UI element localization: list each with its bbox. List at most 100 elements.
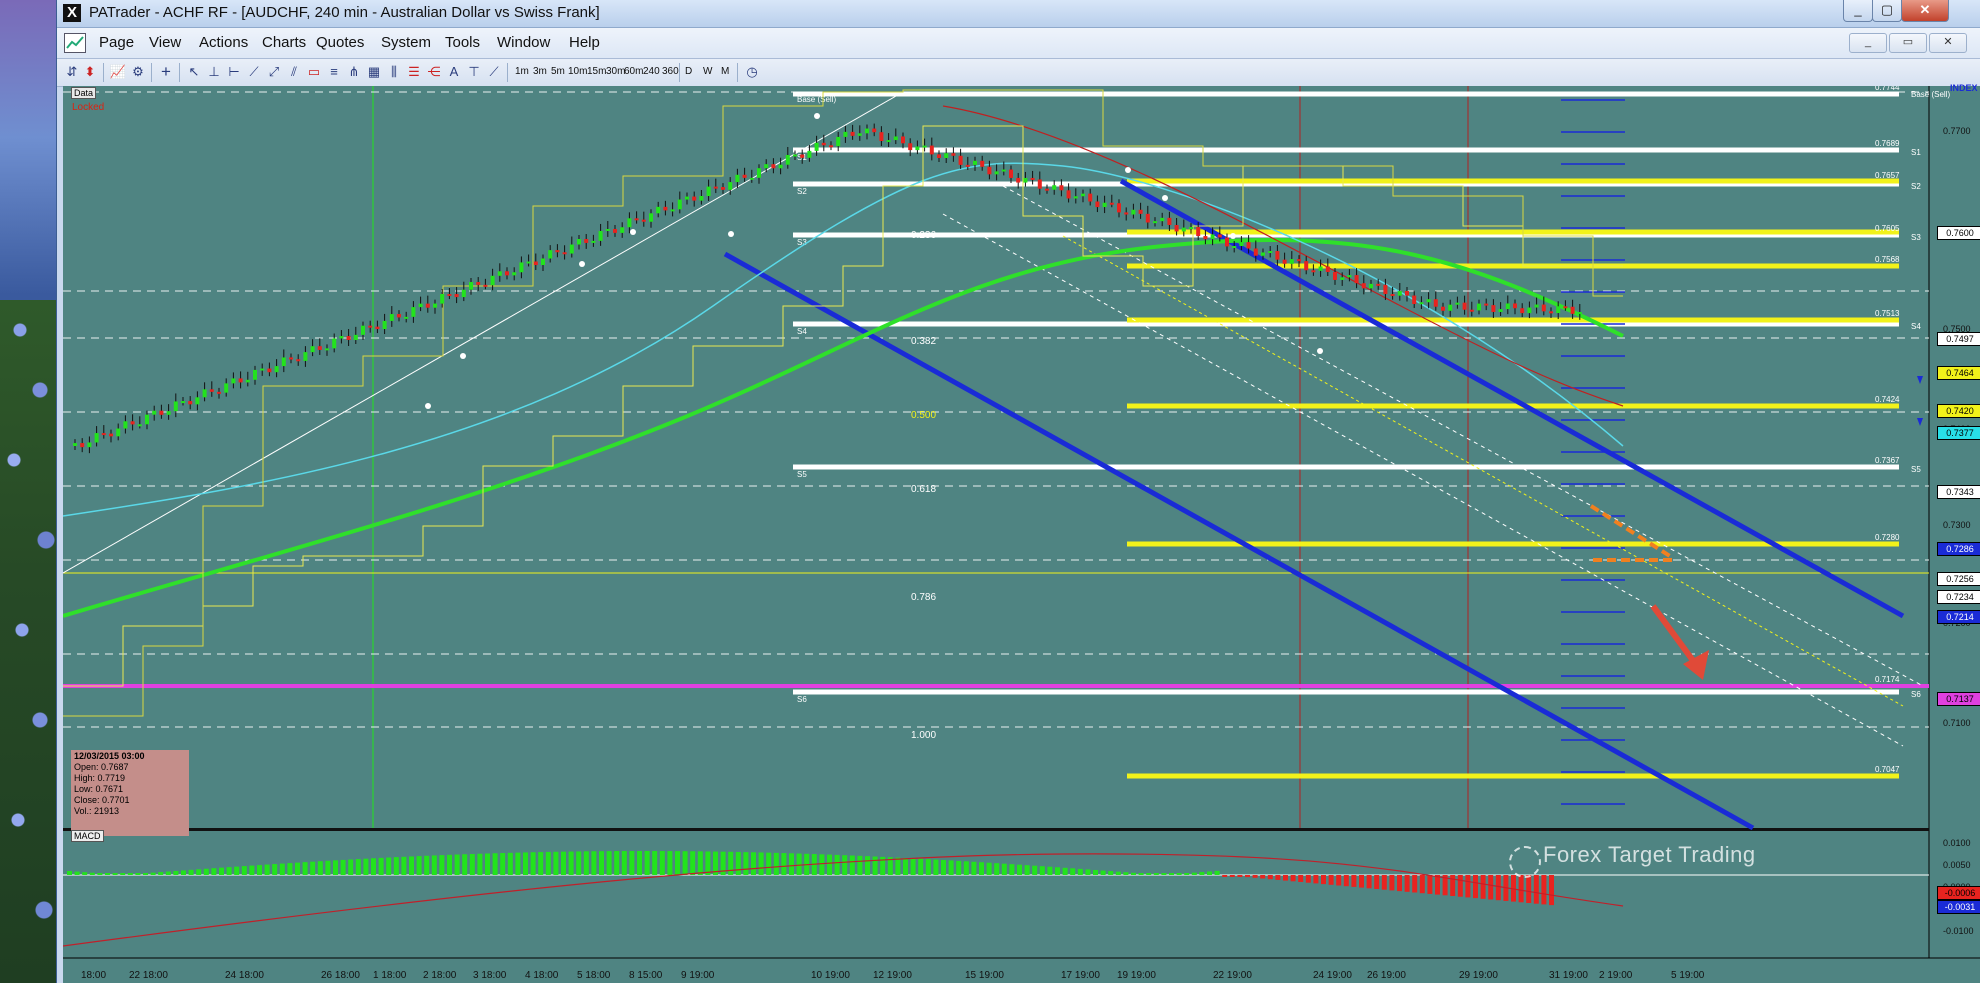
mdi-close-button[interactable]: ✕ xyxy=(1929,33,1967,53)
timeframe-weekly[interactable]: W xyxy=(703,66,712,77)
timeframe-10m[interactable]: 10m xyxy=(568,66,587,77)
macd-bar xyxy=(659,851,665,875)
macd-tag[interactable]: MACD xyxy=(71,830,104,842)
fib-label: 0.618 xyxy=(911,484,936,495)
locked-label: Locked xyxy=(72,102,105,113)
timeframe-5m[interactable]: 5m xyxy=(551,66,565,77)
timeframe-3m[interactable]: 3m xyxy=(533,66,547,77)
chart-area[interactable]: Base (Sell)Base (Sell)S1S1S2S2S3S3S4S4S5… xyxy=(63,83,1980,983)
vertical-line-icon[interactable]: ⊢ xyxy=(225,64,243,80)
menu-page[interactable]: Page xyxy=(99,34,134,51)
arrow-draw-icon[interactable]: ⟋ xyxy=(485,64,503,80)
menu-actions[interactable]: Actions xyxy=(199,34,248,51)
candle-body xyxy=(1549,311,1553,314)
timeframe-15m[interactable]: 15m xyxy=(587,66,606,77)
macd-bar xyxy=(272,864,278,875)
pivot-value: 0.7174 xyxy=(1875,675,1900,684)
fractal-dot xyxy=(425,403,431,409)
timeframe-60m[interactable]: 60m xyxy=(624,66,643,77)
candle-body xyxy=(1513,303,1517,309)
timeframe-360[interactable]: 360 xyxy=(662,66,679,77)
macd-bar xyxy=(1533,875,1539,904)
macd-bar xyxy=(211,868,217,875)
candle-body xyxy=(101,433,106,436)
candle-body xyxy=(1311,270,1316,273)
pitchfork-icon[interactable]: ⋲ xyxy=(425,64,443,80)
settings-tool-icon[interactable]: ⚙ xyxy=(129,64,147,80)
candle-body xyxy=(706,186,711,197)
ray-icon[interactable]: ⤢ xyxy=(265,64,283,80)
macd-bar xyxy=(1199,872,1205,875)
menu-charts[interactable]: Charts xyxy=(262,34,306,51)
macd-bar xyxy=(1359,875,1364,888)
macd-bar xyxy=(963,861,969,875)
candle-body xyxy=(634,218,639,221)
mdi-restore-button[interactable]: ▭ xyxy=(1889,33,1927,53)
macd-bar xyxy=(545,851,551,875)
macd-bar xyxy=(933,859,939,875)
pin-icon[interactable]: ⬍ xyxy=(81,64,99,80)
candle-body xyxy=(548,250,553,259)
macd-bar xyxy=(842,855,848,875)
macd-axis-label: 0.0100 xyxy=(1943,838,1971,848)
candle-body xyxy=(829,145,833,148)
macd-bar xyxy=(1465,875,1471,898)
fibonacci-icon[interactable]: ≡ xyxy=(325,64,343,80)
macd-bar xyxy=(1055,867,1060,875)
macd-bar xyxy=(196,869,202,875)
macd-bar xyxy=(849,855,855,875)
trendline-icon[interactable]: ⟋ xyxy=(245,64,263,80)
cycle-icon[interactable]: ⫼ xyxy=(385,64,403,80)
macd-bar xyxy=(477,853,483,875)
date-axis-label: 3 18:00 xyxy=(473,970,507,981)
timeframe-daily[interactable]: D xyxy=(685,66,692,77)
timeframe-monthly[interactable]: M xyxy=(721,66,729,77)
hline-extended-icon[interactable]: ⊤ xyxy=(465,64,483,80)
candle-body xyxy=(375,326,380,330)
timeframe-30m[interactable]: 30m xyxy=(606,66,625,77)
menu-help[interactable]: Help xyxy=(569,34,600,51)
toolbar: ⇵ ⬍ 📈 ⚙ + ↖ ⊥ ⊢ ⟋ ⤢ ⫽ ▭ ≡ ⋔ ▦ ⫼ ☰ ⋲ A ⊤ … xyxy=(57,59,1980,87)
chart-tool-icon[interactable]: 📈 xyxy=(109,64,127,80)
text-icon[interactable]: A xyxy=(445,64,463,80)
menu-window[interactable]: Window xyxy=(497,34,550,51)
candle-body xyxy=(1441,306,1445,311)
mdi-minimize-button[interactable]: _ xyxy=(1849,33,1887,53)
macd-bar xyxy=(150,872,156,875)
clock-icon[interactable]: ◷ xyxy=(743,64,761,80)
macd-bar xyxy=(135,873,141,875)
menu-system[interactable]: System xyxy=(381,34,431,51)
rectangle-icon[interactable]: ▭ xyxy=(305,64,323,80)
data-tag[interactable]: Data xyxy=(71,87,97,99)
menu-quotes[interactable]: Quotes xyxy=(316,34,364,51)
pivot-label-right: S5 xyxy=(1911,465,1921,474)
cursor-icon[interactable]: ↖ xyxy=(185,64,203,80)
close-button[interactable]: ✕ xyxy=(1901,0,1949,22)
candle-body xyxy=(1289,259,1294,264)
fib-fan-icon[interactable]: ⋔ xyxy=(345,64,363,80)
macd-bar xyxy=(89,872,95,875)
gann-icon[interactable]: ▦ xyxy=(365,64,383,80)
timeframe-240[interactable]: 240 xyxy=(643,66,660,77)
menu-view[interactable]: View xyxy=(149,34,181,51)
arrows-icon[interactable]: ⇵ xyxy=(63,64,81,80)
candle-body xyxy=(469,282,473,290)
macd-bar xyxy=(1473,875,1478,899)
channel-icon[interactable]: ⫽ xyxy=(285,64,303,80)
crosshair-icon[interactable]: + xyxy=(157,63,175,80)
candle-body xyxy=(577,239,581,245)
macd-bar xyxy=(1191,872,1197,875)
candle-body xyxy=(519,262,524,273)
menu-tools[interactable]: Tools xyxy=(445,34,480,51)
minimize-button[interactable]: _ xyxy=(1843,0,1873,22)
maximize-button[interactable]: ▢ xyxy=(1872,0,1902,22)
candle-body xyxy=(217,391,221,394)
macd-bar xyxy=(1526,875,1532,903)
levels-icon[interactable]: ☰ xyxy=(405,64,423,80)
candle-body xyxy=(937,154,941,158)
timeframe-1m[interactable]: 1m xyxy=(515,66,529,77)
macd-bar xyxy=(1397,875,1402,892)
candle-body xyxy=(94,433,99,443)
horizontal-line-icon[interactable]: ⊥ xyxy=(205,64,223,80)
watermark-text: Forex Target Trading xyxy=(1543,842,1756,867)
